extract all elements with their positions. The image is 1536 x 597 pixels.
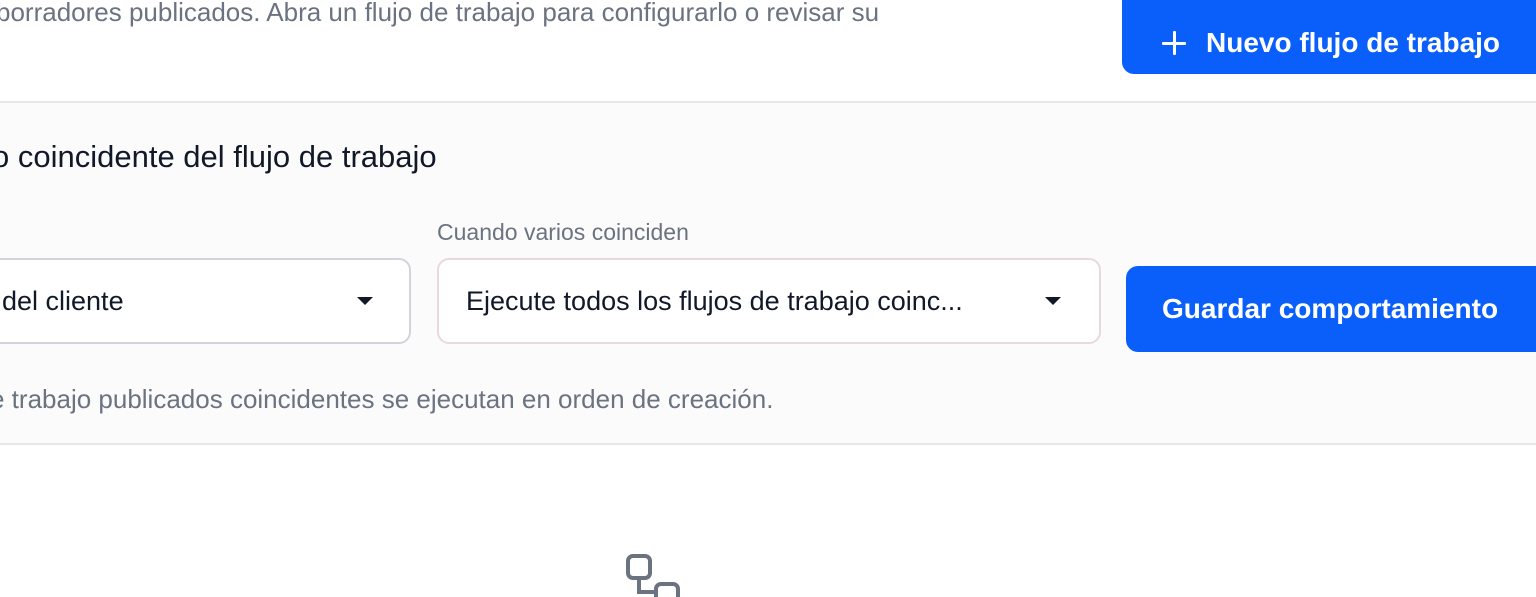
when-multiple-label: Cuando varios coinciden [437, 219, 689, 245]
new-workflow-label: Nuevo flujo de trabajo [1206, 27, 1501, 58]
plus-icon [1162, 31, 1186, 55]
when-multiple-select[interactable]: Ejecute todos los flujos de trabajo coin… [437, 258, 1101, 344]
new-workflow-button[interactable]: Nuevo flujo de trabajo [1122, 0, 1536, 74]
page-description: borradores publicados. Abra un flujo de … [0, 0, 880, 27]
workflows-page: borradores publicados. Abra un flujo de … [0, 0, 1536, 597]
caret-down-icon [1045, 297, 1061, 305]
help-text: e trabajo publicados coincidentes se eje… [0, 384, 774, 414]
match-criteria-value: del cliente [2, 285, 124, 316]
caret-down-icon [357, 297, 373, 305]
save-behavior-button[interactable]: Guardar comportamiento [1126, 266, 1536, 352]
match-criteria-select[interactable]: del cliente [0, 258, 411, 344]
workflow-icon [626, 554, 686, 597]
when-multiple-value: Ejecute todos los flujos de trabajo coin… [466, 285, 963, 316]
section-title: o coincidente del flujo de trabajo [0, 139, 437, 174]
save-behavior-label: Guardar comportamiento [1162, 293, 1499, 324]
matching-behavior-section: o coincidente del flujo de trabajo Cuand… [0, 101, 1536, 445]
